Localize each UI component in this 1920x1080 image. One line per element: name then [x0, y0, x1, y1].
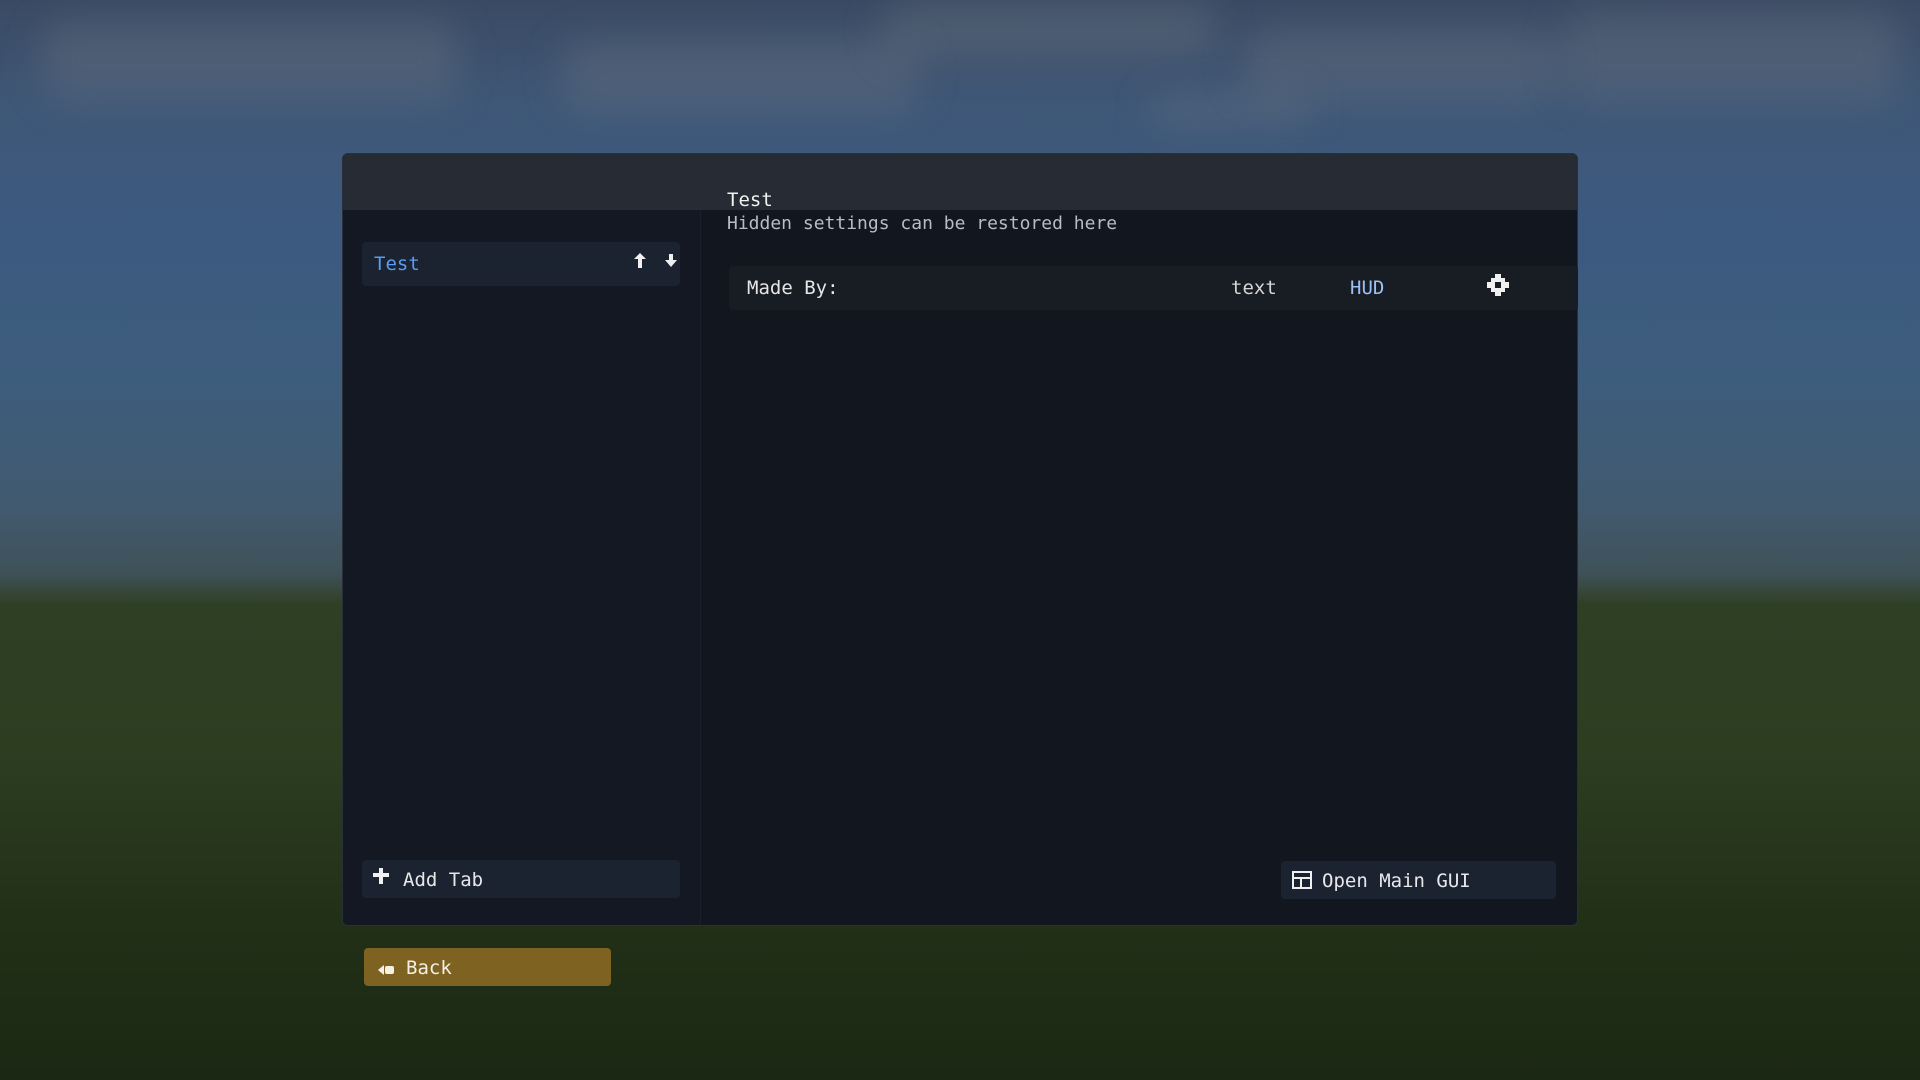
sidebar-item-test[interactable]: Test — [362, 242, 680, 286]
sky-cloud — [1240, 30, 1560, 100]
move-down-icon[interactable] — [660, 252, 682, 274]
sky-cloud — [1150, 95, 1310, 125]
gear-icon[interactable] — [1485, 272, 1511, 298]
sky-cloud — [560, 40, 920, 110]
move-up-icon[interactable] — [629, 252, 651, 274]
setting-name: Made By: — [747, 277, 839, 299]
tab-sidebar: Test Add Tab — [343, 210, 701, 925]
sky-cloud — [880, 0, 1220, 60]
setting-category: HUD — [1350, 277, 1385, 299]
page-subtitle: Hidden settings can be restored here — [727, 213, 1118, 234]
back-icon — [376, 960, 396, 975]
back-button[interactable]: Back — [364, 948, 611, 986]
sky-cloud — [40, 20, 460, 100]
add-tab-label: Add Tab — [403, 869, 484, 891]
page-title: Test — [727, 189, 773, 211]
setting-type: text — [1231, 277, 1277, 299]
back-label: Back — [406, 957, 452, 979]
panel-header — [343, 154, 1577, 210]
open-main-gui-button[interactable]: Open Main GUI — [1281, 861, 1556, 899]
sky-cloud — [1560, 10, 1900, 100]
plus-icon — [372, 866, 390, 891]
add-tab-button[interactable]: Add Tab — [362, 860, 680, 898]
window-icon — [1292, 871, 1312, 889]
setting-row: Made By: text HUD — [729, 266, 1578, 310]
sidebar-item-label: Test — [374, 253, 420, 275]
open-main-gui-label: Open Main GUI — [1322, 870, 1471, 892]
